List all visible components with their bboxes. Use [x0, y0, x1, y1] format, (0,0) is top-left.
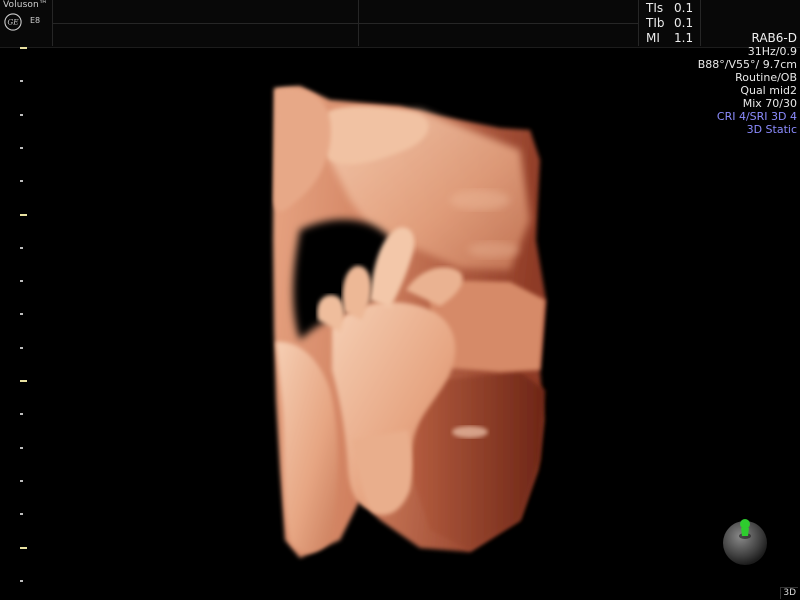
acoustic-value: 0.1 — [674, 16, 694, 30]
acoustic-index-tis: TIs 0.1 — [646, 1, 706, 16]
acoustic-label: TIs — [646, 1, 664, 15]
param-line: RAB6-D — [751, 31, 798, 45]
brand-label: Voluson™ — [3, 0, 48, 10]
acoustic-value: 0.1 — [674, 1, 694, 15]
render-mode-tag: 3D — [780, 587, 798, 599]
render-viewport[interactable] — [0, 48, 800, 600]
orientation-marker-head — [740, 519, 750, 529]
header-divider — [638, 0, 639, 46]
fetal-surface-render — [273, 86, 546, 558]
ge-logo-text: GE — [8, 18, 20, 27]
param-line: Mix 70/30 — [742, 97, 797, 110]
acquisition-parameters: RAB6-D 31Hz/0.9 B88°/V55°/ 9.7cm Routine/OB… — [698, 31, 797, 136]
param-line: 31Hz/0.9 — [747, 45, 797, 58]
tissue-highlight — [452, 426, 488, 438]
ge-logo-icon: GE — [4, 13, 22, 31]
orientation-ball[interactable] — [723, 519, 767, 565]
model-label: E8 — [30, 16, 41, 25]
acoustic-index-tib: TIb 0.1 — [646, 16, 706, 31]
param-line: CRI 4/SRI 3D 4 — [716, 110, 797, 123]
acoustic-label: MI — [646, 31, 660, 45]
param-line: Qual mid2 — [740, 84, 797, 97]
tissue-highlight — [450, 190, 510, 210]
orientation-marker-icon — [741, 528, 749, 536]
top-status-bar: Voluson™ GE E8 TIs 0.1 TIb 0.1 MI 1.1 — [0, 0, 800, 48]
acoustic-label: TIb — [646, 16, 665, 30]
tissue-highlight — [468, 242, 520, 258]
param-line: B88°/V55°/ 9.7cm — [697, 58, 797, 71]
acoustic-value: 1.1 — [674, 31, 694, 45]
header-divider — [52, 23, 638, 24]
param-line: 3D Static — [746, 123, 797, 136]
param-line: Routine/OB — [735, 71, 797, 84]
